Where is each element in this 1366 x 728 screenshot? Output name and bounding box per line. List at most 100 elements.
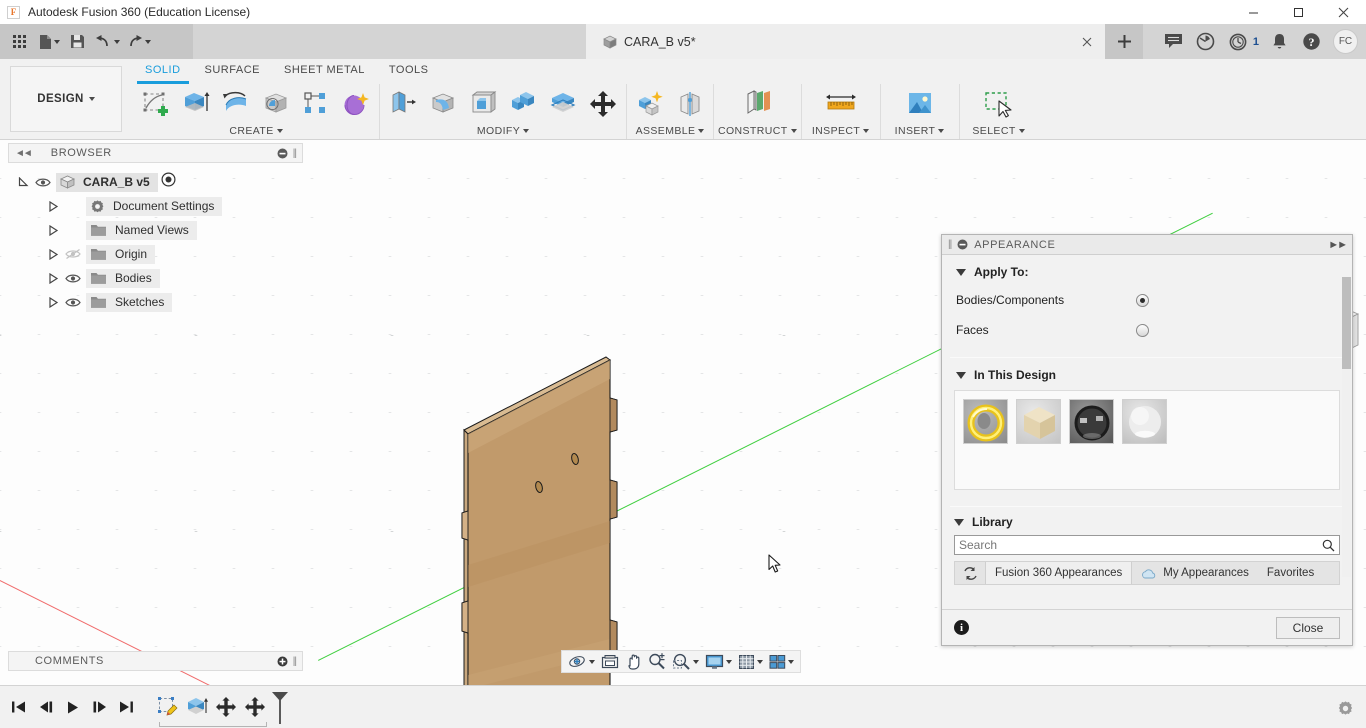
insert-image-icon[interactable] bbox=[901, 84, 939, 124]
comments-panel-header[interactable]: COMMENTS || bbox=[8, 651, 303, 671]
form-icon[interactable] bbox=[337, 84, 375, 124]
tab-sheet-metal[interactable]: SHEET METAL bbox=[272, 59, 377, 81]
timeline-end-marker[interactable] bbox=[271, 691, 289, 724]
new-document-tab-button[interactable] bbox=[1105, 24, 1143, 59]
maximize-button[interactable] bbox=[1276, 0, 1321, 24]
library-heading[interactable]: Library bbox=[954, 515, 1340, 529]
expand-twisty-icon[interactable] bbox=[46, 266, 60, 290]
visibility-eye-icon[interactable] bbox=[60, 273, 86, 284]
add-comment-icon[interactable] bbox=[277, 656, 288, 667]
collapse-left-icon[interactable]: ◄◄ bbox=[15, 148, 33, 159]
joint-icon[interactable] bbox=[671, 84, 709, 124]
expand-twisty-icon[interactable] bbox=[46, 242, 60, 266]
activate-component-icon[interactable] bbox=[161, 172, 176, 192]
measure-icon[interactable] bbox=[822, 84, 860, 124]
move-copy-icon[interactable] bbox=[584, 84, 622, 124]
avatar[interactable]: FC bbox=[1333, 29, 1358, 54]
save-icon[interactable] bbox=[64, 28, 91, 55]
tree-row-document-settings[interactable]: Document Settings bbox=[16, 194, 296, 218]
create-sketch-icon[interactable] bbox=[137, 84, 175, 124]
ribbon-group-inspect-label[interactable]: INSPECT bbox=[812, 124, 870, 138]
revolve-icon[interactable] bbox=[217, 84, 255, 124]
visibility-off-eye-icon[interactable] bbox=[60, 248, 86, 260]
move-feature-icon[interactable] bbox=[211, 692, 240, 722]
document-tab[interactable]: CARA_B v5* bbox=[586, 24, 1105, 59]
dark-glass-sphere-swatch[interactable] bbox=[1069, 399, 1114, 444]
apply-to-bodies-radio[interactable] bbox=[1136, 293, 1149, 307]
apply-to-heading[interactable]: Apply To: bbox=[956, 265, 1338, 279]
redo-icon[interactable] bbox=[124, 28, 153, 55]
tab-my-appearances[interactable]: My Appearances bbox=[1132, 562, 1258, 584]
expand-right-icon[interactable]: ►► bbox=[1328, 239, 1348, 251]
tree-row-cara-b[interactable]: CARA_B v5 bbox=[16, 170, 296, 194]
sketch-feature-icon[interactable] bbox=[153, 692, 182, 722]
ribbon-group-select-label[interactable]: SELECT bbox=[972, 124, 1025, 138]
tree-node-chip[interactable]: Document Settings bbox=[86, 196, 223, 216]
tree-node-chip[interactable]: Sketches bbox=[86, 292, 173, 312]
pan-hand-icon[interactable] bbox=[622, 651, 645, 672]
activity-icon[interactable] bbox=[1190, 24, 1222, 59]
panel-grip-icon[interactable]: || bbox=[293, 148, 297, 159]
refresh-icon[interactable] bbox=[955, 562, 985, 584]
undo-icon[interactable] bbox=[93, 28, 122, 55]
appearance-dialog[interactable]: || APPEARANCE ►► Apply To: Bodies/Compon… bbox=[941, 234, 1353, 646]
close-window-button[interactable] bbox=[1321, 0, 1366, 24]
tree-node-chip[interactable]: Named Views bbox=[86, 220, 197, 240]
minimize-dialog-icon[interactable] bbox=[957, 239, 968, 250]
ribbon-group-assemble-label[interactable]: ASSEMBLE bbox=[636, 124, 705, 138]
tab-favorites[interactable]: Favorites bbox=[1258, 562, 1323, 584]
new-document-icon[interactable] bbox=[35, 28, 62, 55]
apply-to-faces-radio[interactable] bbox=[1136, 323, 1149, 337]
close-button[interactable]: Close bbox=[1276, 616, 1340, 639]
apply-to-bodies-row[interactable]: Bodies/Components bbox=[956, 285, 1338, 315]
timeline-settings-gear-icon[interactable] bbox=[1336, 699, 1354, 717]
search-icon[interactable] bbox=[1322, 539, 1335, 552]
extrude-icon[interactable] bbox=[177, 84, 215, 124]
minimize-button[interactable] bbox=[1231, 0, 1276, 24]
app-grid-icon[interactable] bbox=[6, 28, 33, 55]
comment-icon[interactable] bbox=[1158, 24, 1190, 59]
appearance-scrollbar-thumb[interactable] bbox=[1342, 277, 1351, 369]
ribbon-group-create-label[interactable]: CREATE bbox=[229, 124, 283, 138]
combine-icon[interactable] bbox=[504, 84, 542, 124]
grid-snaps-icon[interactable] bbox=[735, 651, 766, 672]
info-icon[interactable]: i bbox=[954, 620, 969, 635]
tree-node-chip[interactable]: Origin bbox=[86, 244, 156, 264]
zoom-window-icon[interactable] bbox=[669, 651, 702, 672]
new-component-icon[interactable] bbox=[631, 84, 669, 124]
step-back-icon[interactable] bbox=[33, 693, 58, 721]
expand-twisty-icon[interactable] bbox=[46, 194, 60, 218]
orbit-icon[interactable] bbox=[565, 651, 598, 672]
tree-row-named-views[interactable]: Named Views bbox=[16, 218, 296, 242]
panel-grip-icon[interactable]: || bbox=[948, 239, 952, 250]
library-search-field[interactable] bbox=[954, 535, 1340, 555]
visibility-eye-icon[interactable] bbox=[30, 177, 56, 188]
tree-row-origin[interactable]: Origin bbox=[16, 242, 296, 266]
press-pull-icon[interactable] bbox=[384, 84, 422, 124]
pan-look-at-icon[interactable] bbox=[598, 651, 622, 672]
play-icon[interactable] bbox=[60, 693, 85, 721]
offset-plane-icon[interactable] bbox=[738, 84, 776, 124]
close-document-tab-icon[interactable] bbox=[1078, 33, 1095, 50]
wood-panel-body[interactable] bbox=[440, 335, 660, 685]
tree-node-chip[interactable]: Bodies bbox=[86, 268, 160, 288]
move-feature-2-icon[interactable] bbox=[240, 692, 269, 722]
cardboard-cube-swatch[interactable] bbox=[1016, 399, 1061, 444]
tab-solid[interactable]: SOLID bbox=[133, 59, 193, 84]
help-icon[interactable]: ? bbox=[1295, 24, 1327, 59]
appearance-scrollbar[interactable] bbox=[1342, 277, 1351, 577]
white-sphere-swatch[interactable] bbox=[1122, 399, 1167, 444]
expand-twisty-icon[interactable] bbox=[16, 170, 30, 194]
expand-twisty-icon[interactable] bbox=[46, 218, 60, 242]
visibility-eye-icon[interactable] bbox=[60, 297, 86, 308]
panel-grip-icon[interactable]: || bbox=[293, 656, 297, 667]
jump-to-end-icon[interactable] bbox=[114, 693, 139, 721]
gold-torus-swatch[interactable] bbox=[963, 399, 1008, 444]
bell-icon[interactable] bbox=[1263, 24, 1295, 59]
window-select-icon[interactable] bbox=[980, 84, 1018, 124]
viewports-icon[interactable] bbox=[766, 651, 797, 672]
tab-fusion-360-appearances[interactable]: Fusion 360 Appearances bbox=[985, 562, 1133, 584]
sweep-icon[interactable] bbox=[257, 84, 295, 124]
apply-to-faces-row[interactable]: Faces bbox=[956, 315, 1338, 345]
fillet-icon[interactable] bbox=[424, 84, 462, 124]
